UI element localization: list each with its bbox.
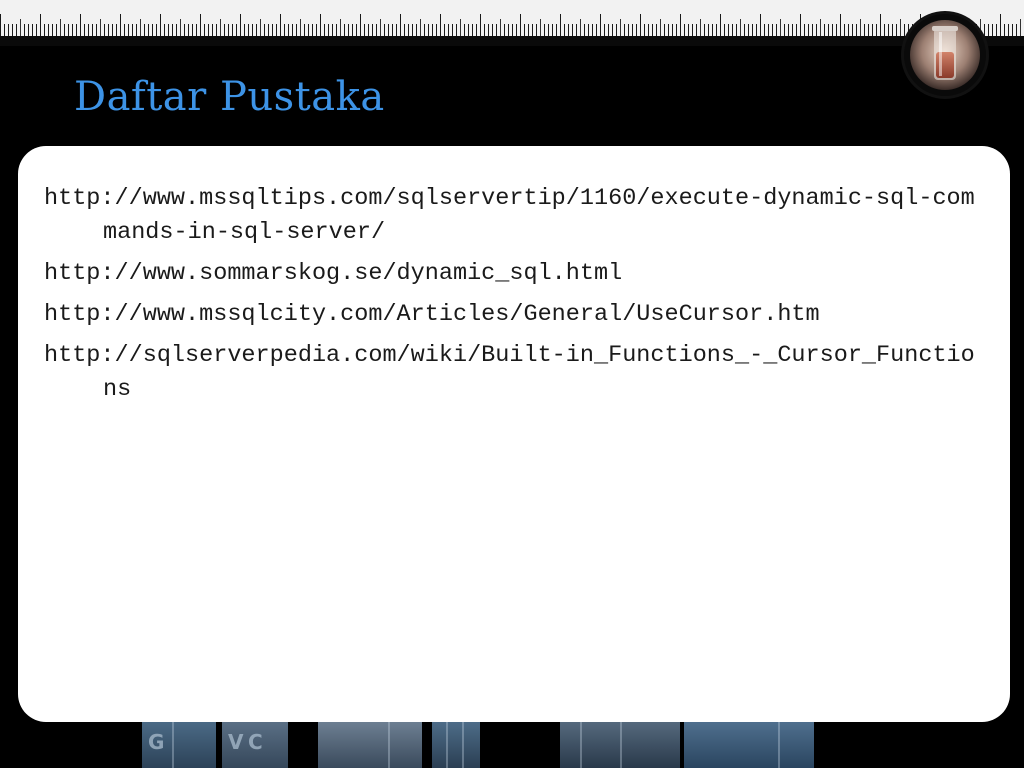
- photo-strip-tile: V C: [222, 722, 288, 768]
- reference-item: http://www.sommarskog.se/dynamic_sql.htm…: [44, 260, 623, 287]
- reference-list: http://www.mssqltips.com/sqlservertip/11…: [44, 182, 984, 407]
- strip-divider: [172, 722, 174, 768]
- photo-strip-tile: [684, 722, 814, 768]
- strip-divider: [446, 722, 448, 768]
- strip-glyph: C: [248, 730, 263, 754]
- reference-item: http://www.mssqltips.com/sqlservertip/11…: [44, 185, 975, 246]
- strip-divider: [388, 722, 390, 768]
- reference-item: http://www.mssqlcity.com/Articles/Genera…: [44, 301, 820, 328]
- photo-strip-tile: [318, 722, 422, 768]
- ruler-base: [0, 36, 1024, 46]
- reference-item: http://sqlserverpedia.com/wiki/Built-in_…: [44, 342, 975, 403]
- strip-divider: [580, 722, 582, 768]
- ruler-strip: [0, 0, 1024, 46]
- page-title: Daftar Pustaka: [74, 74, 385, 120]
- strip-divider: [620, 722, 622, 768]
- strip-glyph: V: [228, 730, 244, 754]
- photo-strip-tile: G: [142, 722, 216, 768]
- strip-divider: [778, 722, 780, 768]
- strip-divider: [462, 722, 464, 768]
- photo-strip-tile: [560, 722, 680, 768]
- ruler-mid-ticks: [20, 19, 1024, 36]
- photo-strip-tile: [432, 722, 480, 768]
- strip-glyph: G: [148, 730, 165, 754]
- slide: Daftar Pustaka http://www.mssqltips.com/…: [0, 0, 1024, 768]
- content-panel: http://www.mssqltips.com/sqlservertip/11…: [18, 146, 1010, 722]
- test-tube-beaker-icon: [904, 14, 986, 96]
